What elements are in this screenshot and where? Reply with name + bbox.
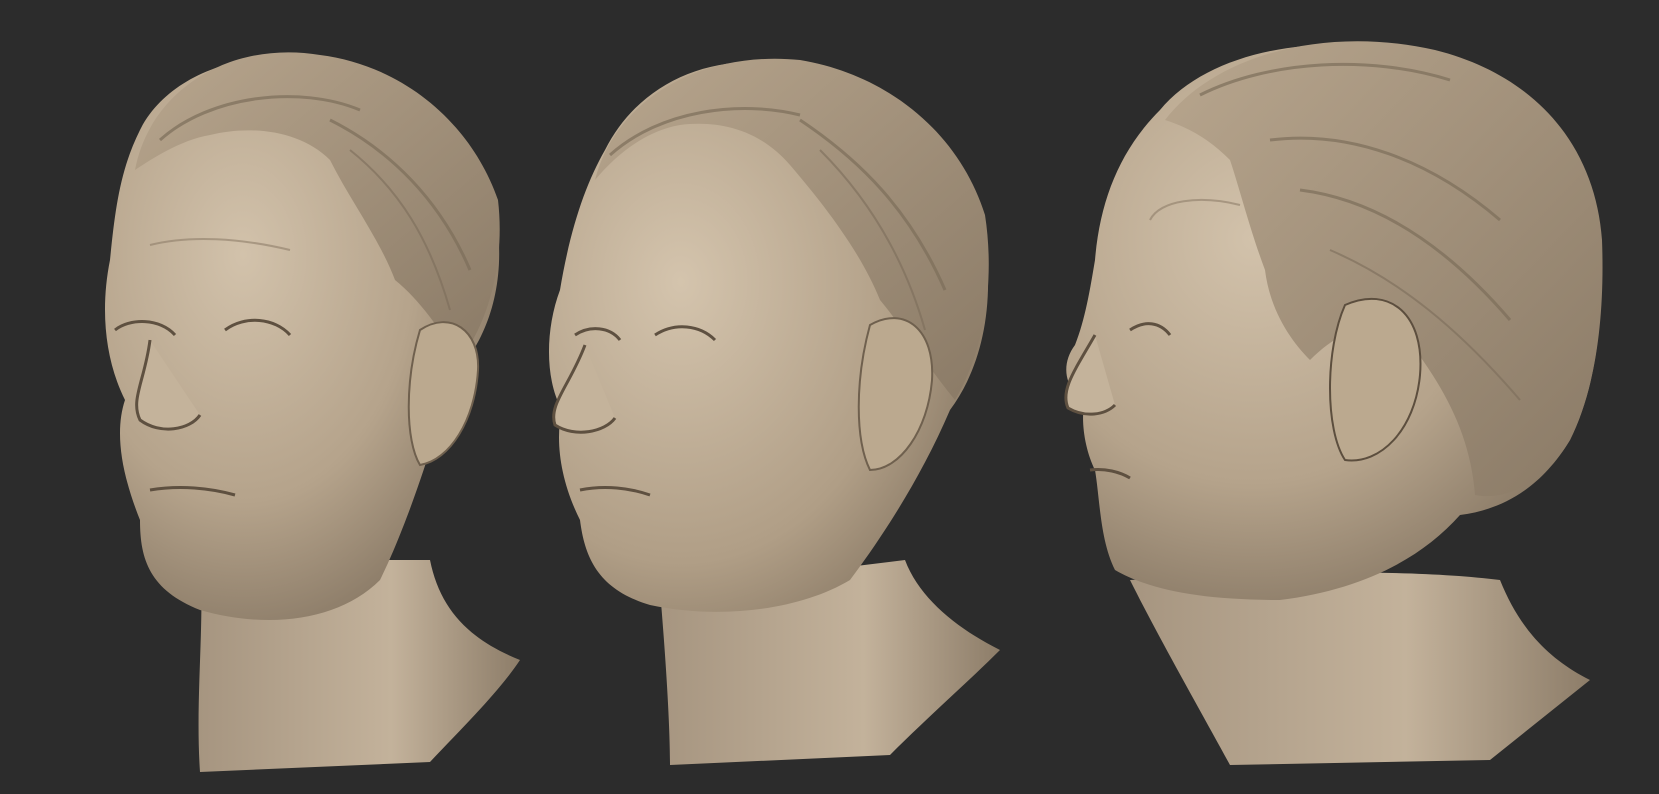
sculpt-head-2 xyxy=(548,58,1000,765)
ear-1 xyxy=(407,321,480,467)
sculpt-head-1 xyxy=(105,52,520,772)
sculpt-render-scene xyxy=(105,41,1603,772)
viewport-canvas xyxy=(0,0,1659,794)
neck-3 xyxy=(1130,572,1590,765)
sculpt-head-3 xyxy=(1064,41,1603,765)
